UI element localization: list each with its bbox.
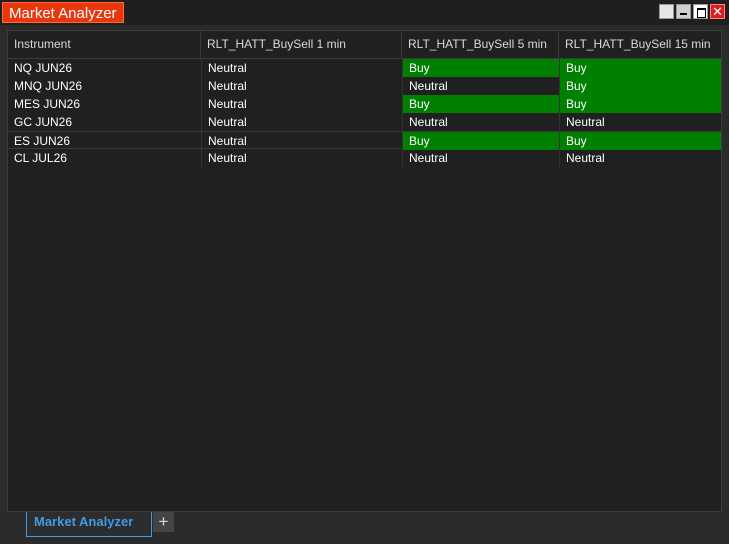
cell-5min[interactable]: Buy bbox=[402, 132, 559, 150]
table-row[interactable]: CL JUL26 Neutral Neutral Neutral bbox=[8, 149, 721, 167]
cell-1min[interactable]: Neutral bbox=[201, 59, 402, 77]
cell-5min[interactable]: Buy bbox=[402, 59, 559, 77]
close-button[interactable]: ✕ bbox=[710, 4, 725, 19]
window-title: Market Analyzer bbox=[2, 2, 124, 23]
window-controls: ✕ bbox=[659, 4, 725, 19]
grid-rows: NQ JUN26 Neutral Buy Buy MNQ JUN26 Neutral Neu… bbox=[8, 59, 721, 167]
cell-instrument[interactable]: ES JUN26 bbox=[8, 132, 201, 150]
cell-15min[interactable]: Buy bbox=[559, 132, 721, 150]
cell-1min[interactable]: Neutral bbox=[201, 149, 402, 167]
table-row[interactable]: GC JUN26 Neutral Neutral Neutral bbox=[8, 113, 721, 131]
cell-15min[interactable]: Buy bbox=[559, 95, 721, 113]
cell-5min[interactable]: Neutral bbox=[402, 77, 559, 95]
maximize-button[interactable] bbox=[693, 4, 708, 19]
cell-1min[interactable]: Neutral bbox=[201, 132, 402, 150]
options-button[interactable] bbox=[659, 4, 674, 19]
column-header-1min[interactable]: RLT_HATT_BuySell 1 min bbox=[201, 31, 402, 58]
table-row[interactable]: ES JUN26 Neutral Buy Buy bbox=[8, 131, 721, 150]
minimize-button[interactable] bbox=[676, 4, 691, 19]
column-header-instrument[interactable]: Instrument bbox=[8, 31, 201, 58]
cell-15min[interactable]: Neutral bbox=[559, 149, 721, 167]
cell-15min[interactable]: Buy bbox=[559, 77, 721, 95]
cell-instrument[interactable]: NQ JUN26 bbox=[8, 59, 201, 77]
cell-instrument[interactable]: MES JUN26 bbox=[8, 95, 201, 113]
tab-bar: Market Analyzer + bbox=[0, 512, 729, 544]
table-row[interactable]: MNQ JUN26 Neutral Neutral Buy bbox=[8, 77, 721, 95]
cell-instrument[interactable]: MNQ JUN26 bbox=[8, 77, 201, 95]
header-row: Instrument RLT_HATT_BuySell 1 min RLT_HA… bbox=[8, 31, 721, 59]
column-header-5min[interactable]: RLT_HATT_BuySell 5 min bbox=[402, 31, 559, 58]
title-bar: Market Analyzer ✕ bbox=[0, 0, 729, 25]
cell-1min[interactable]: Neutral bbox=[201, 77, 402, 95]
cell-5min[interactable]: Buy bbox=[402, 95, 559, 113]
cell-instrument[interactable]: GC JUN26 bbox=[8, 113, 201, 131]
table-row[interactable]: MES JUN26 Neutral Buy Buy bbox=[8, 95, 721, 113]
cell-5min[interactable]: Neutral bbox=[402, 149, 559, 167]
close-icon: ✕ bbox=[712, 4, 723, 19]
table-row[interactable]: NQ JUN26 Neutral Buy Buy bbox=[8, 59, 721, 77]
market-analyzer-grid: Instrument RLT_HATT_BuySell 1 min RLT_HA… bbox=[7, 30, 722, 512]
cell-15min[interactable]: Buy bbox=[559, 59, 721, 77]
column-header-15min[interactable]: RLT_HATT_BuySell 15 min bbox=[559, 31, 721, 58]
cell-15min[interactable]: Neutral bbox=[559, 113, 721, 131]
tab-market-analyzer[interactable]: Market Analyzer bbox=[26, 512, 152, 537]
cell-instrument[interactable]: CL JUL26 bbox=[8, 149, 201, 167]
add-tab-button[interactable]: + bbox=[153, 512, 174, 532]
cell-1min[interactable]: Neutral bbox=[201, 95, 402, 113]
cell-1min[interactable]: Neutral bbox=[201, 113, 402, 131]
cell-5min[interactable]: Neutral bbox=[402, 113, 559, 131]
